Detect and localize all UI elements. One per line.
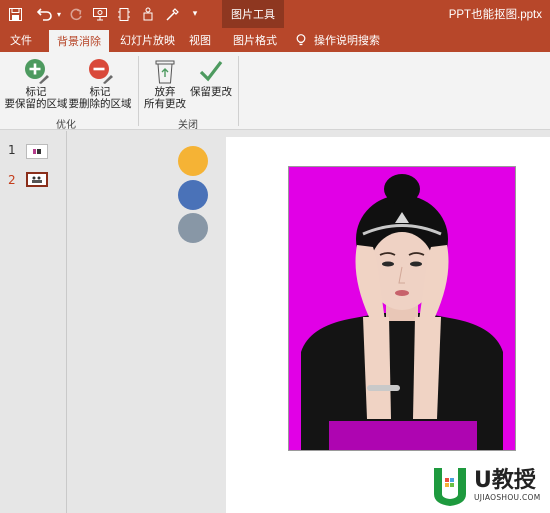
checkmark-icon <box>199 61 223 82</box>
minus-pencil-icon <box>89 59 113 84</box>
watermark-logo-icon <box>434 467 466 506</box>
watermark: U教授 UJIAOSHOU.COM <box>430 458 550 513</box>
tab-background-removal[interactable]: 背景消除 <box>49 30 109 52</box>
slide-thumbnail-selected[interactable] <box>26 172 48 187</box>
discard-line2: 所有更改 <box>144 98 186 110</box>
tab-picture-format[interactable]: 图片格式 <box>233 28 277 52</box>
watermark-site: UJIAOSHOU.COM <box>474 493 541 502</box>
touch-icon[interactable] <box>140 4 156 24</box>
slide-number: 2 <box>8 173 16 187</box>
tell-me-search[interactable]: 操作说明搜索 <box>296 28 380 52</box>
yellow-circle-shape[interactable] <box>178 146 208 176</box>
group-divider <box>238 56 239 126</box>
format-icon[interactable] <box>116 4 132 24</box>
portrait-image <box>289 167 515 450</box>
undo-dropdown-icon[interactable]: ▾ <box>55 4 63 24</box>
gray-circle-shape[interactable] <box>178 213 208 243</box>
lightbulb-icon <box>296 34 306 46</box>
present-icon[interactable] <box>92 4 108 24</box>
recycle-bin-icon <box>155 60 175 84</box>
discard-changes-button[interactable]: 放弃 所有更改 <box>142 58 188 110</box>
discard-line1: 放弃 <box>154 86 176 98</box>
tell-me-label: 操作说明搜索 <box>314 34 380 47</box>
slide-thumbnail[interactable] <box>26 144 48 159</box>
portrait-picture-removal-preview[interactable] <box>288 166 516 451</box>
ribbon-tabs: 文件 背景消除 幻灯片放映 视图 图片格式 操作说明搜索 <box>0 28 550 52</box>
blue-circle-shape[interactable] <box>178 180 208 210</box>
save-icon[interactable] <box>6 4 24 24</box>
tab-file[interactable]: 文件 <box>10 28 32 52</box>
slide-canvas[interactable] <box>226 137 550 513</box>
title-bar: ▾ ▾ 图片工具 PPT也能抠图.pptx <box>0 0 550 28</box>
mark-remove-line2: 要删除的区域 <box>68 98 132 110</box>
document-title: PPT也能抠图.pptx <box>448 9 542 21</box>
group-label-close: 关闭 <box>178 120 198 131</box>
slide-number: 1 <box>8 143 16 157</box>
mark-remove-button[interactable]: 标记 要删除的区域 <box>68 58 132 110</box>
mark-remove-line1: 标记 <box>89 86 111 98</box>
ribbon: 标记 要保留的区域 标记 要删除的区域 优化 放弃 所有更改 保留更改 关闭 <box>0 52 550 131</box>
picture-tools-group: 图片工具 <box>222 0 284 28</box>
keep-changes-label: 保留更改 <box>190 86 232 98</box>
keep-changes-button[interactable]: 保留更改 <box>188 58 234 98</box>
mark-keep-button[interactable]: 标记 要保留的区域 <box>4 58 68 110</box>
watermark-brand: U教授 <box>474 468 536 493</box>
eyedropper-icon[interactable] <box>164 4 180 24</box>
group-divider <box>138 56 139 126</box>
slide-thumbnails-pane[interactable]: 1 2 <box>0 131 67 513</box>
group-label-refine: 优化 <box>56 120 76 131</box>
mark-keep-line2: 要保留的区域 <box>4 98 68 110</box>
tab-slideshow[interactable]: 幻灯片放映 <box>120 28 175 52</box>
tab-view[interactable]: 视图 <box>189 28 211 52</box>
plus-pencil-icon <box>25 59 49 84</box>
mark-keep-line1: 标记 <box>25 86 47 98</box>
undo-icon[interactable] <box>34 4 56 24</box>
redo-icon[interactable] <box>68 4 84 24</box>
customize-icon[interactable]: ▾ <box>188 4 202 24</box>
slide-editor[interactable] <box>68 131 550 513</box>
